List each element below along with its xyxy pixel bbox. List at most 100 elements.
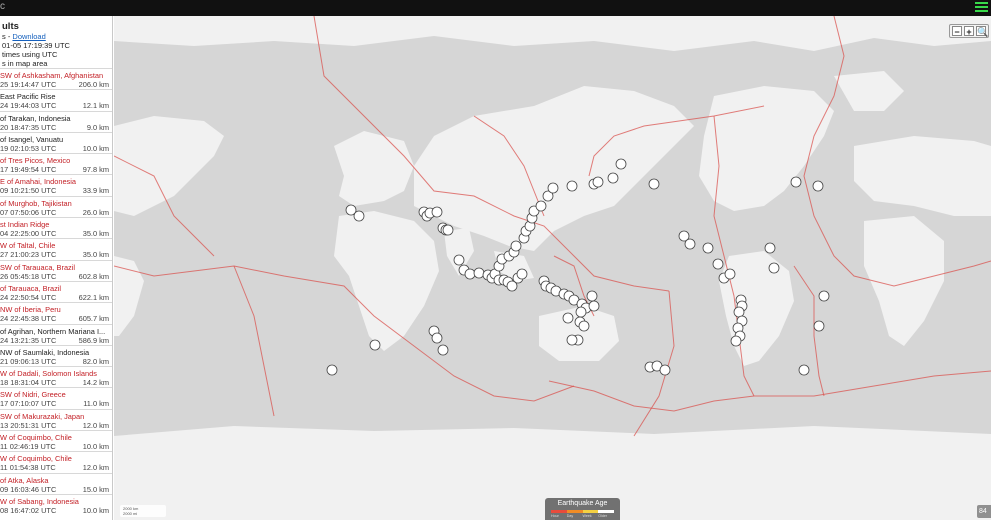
- earthquake-place: W of Sabang, Indonesia: [0, 496, 79, 506]
- earthquake-marker[interactable]: [768, 262, 780, 274]
- download-link[interactable]: Download: [12, 32, 45, 41]
- earthquake-list-item[interactable]: W of Taltal, Chile 27 21:00:23 UTC 35.0 km: [0, 238, 112, 259]
- earthquake-marker[interactable]: [764, 242, 776, 254]
- results-sidebar: ults s - Download 01-05 17:19:39 UTC tim…: [0, 16, 113, 520]
- earthquake-list-item[interactable]: of Agrihan, Northern Mariana I... 24 13:2…: [0, 323, 112, 345]
- earthquake-marker[interactable]: [473, 267, 485, 279]
- earthquake-list-item[interactable]: SW of Tarauaca, Brazil 26 05:45:18 UTC 602…: [0, 259, 112, 281]
- earthquake-list-item[interactable]: st Indian Ridge 04 22:25:00 UTC 35.0 km: [0, 217, 112, 238]
- earthquake-depth: 602.8 km: [78, 271, 109, 281]
- earthquake-list-item[interactable]: SW of Makurazaki, Japan 13 20:51:31 UTC 12…: [0, 408, 112, 430]
- earthquake-marker[interactable]: [659, 364, 671, 376]
- list-icon[interactable]: [975, 2, 988, 14]
- earthquake-list-item[interactable]: W of Coquimbo, Chile 11 02:46:19 UTC 10.0 …: [0, 430, 112, 451]
- earthquake-marker[interactable]: [535, 200, 547, 212]
- earthquake-marker[interactable]: [575, 306, 587, 318]
- world-map[interactable]: [114, 16, 991, 520]
- earthquake-depth: 15.0 km: [82, 484, 109, 494]
- earthquake-marker[interactable]: [812, 180, 824, 192]
- legend-swatch-week: [582, 510, 599, 513]
- area-note: s in map area: [2, 59, 48, 68]
- earthquake-list-item[interactable]: NW of Saumlaki, Indonesia 21 09:06:13 UTC…: [0, 344, 112, 366]
- earthquake-list-item[interactable]: W of Dadali, Solomon Islands 18 18:31:04 …: [0, 366, 112, 387]
- earthquake-depth: 12.1 km: [82, 101, 109, 111]
- earthquake-marker[interactable]: [510, 240, 522, 252]
- earthquake-list-item[interactable]: of Atka, Alaska 09 16:03:46 UTC 15.0 km: [0, 472, 112, 494]
- earthquake-depth: 622.1 km: [78, 292, 109, 302]
- earthquake-list-item[interactable]: E of Amahai, Indonesia 09 10:21:50 UTC 33.…: [0, 174, 112, 195]
- earthquake-marker[interactable]: [798, 364, 810, 376]
- earthquake-depth: 10.0 km: [82, 442, 109, 452]
- earthquake-place: of Atka, Alaska: [0, 475, 49, 485]
- earthquake-marker[interactable]: [586, 290, 598, 302]
- earthquake-marker[interactable]: [648, 178, 660, 190]
- earthquake-list-item[interactable]: NW of Iberia, Peru 24 22:45:38 UTC 605.7 k…: [0, 302, 112, 323]
- earthquake-place: of Isangel, Vanuatu: [0, 134, 64, 144]
- earthquake-marker[interactable]: [566, 180, 578, 192]
- earthquake-marker[interactable]: [733, 306, 745, 318]
- earthquake-marker[interactable]: [702, 242, 714, 254]
- results-title: ults: [2, 21, 19, 32]
- earthquake-marker[interactable]: [369, 339, 381, 351]
- legend-swatch-older: [598, 510, 614, 513]
- earthquake-marker[interactable]: [437, 344, 449, 356]
- earthquake-marker[interactable]: [326, 364, 338, 376]
- earthquake-place: of Murghob, Tajikistan: [0, 198, 72, 208]
- earthquake-marker[interactable]: [547, 182, 559, 194]
- earthquake-marker[interactable]: [813, 320, 825, 332]
- legend-swatch-day: [566, 510, 583, 513]
- earthquake-list-item[interactable]: SW of Nidri, Greece 17 07:10:07 UTC 11.0 k…: [0, 387, 112, 408]
- earthquake-place: SW of Makurazaki, Japan: [0, 411, 85, 421]
- earthquake-marker[interactable]: [566, 334, 578, 346]
- earthquake-marker[interactable]: [442, 224, 454, 236]
- earthquake-list-item[interactable]: of Murghob, Tajikistan 07 07:50:06 UTC 26.…: [0, 195, 112, 217]
- earthquake-list: SW of Ashkasham, Afghanistan 25 19:14:47 …: [0, 68, 112, 515]
- zoom-controls: − + 🔍: [949, 24, 989, 38]
- earthquake-marker[interactable]: [578, 320, 590, 332]
- earthquake-place: of Agrihan, Northern Mariana I...: [0, 326, 106, 336]
- earthquake-marker[interactable]: [588, 300, 600, 312]
- earthquake-list-item[interactable]: W of Sabang, Indonesia 08 16:47:02 UTC 10.…: [0, 493, 112, 515]
- earthquake-depth: 26.0 km: [82, 207, 109, 217]
- legend-title: Earthquake Age: [557, 500, 608, 507]
- legend-labels: Hour Day Week Older: [551, 514, 614, 518]
- earthquake-list-item[interactable]: of Tarauaca, Brazil 24 22:50:54 UTC 622.1 …: [0, 280, 112, 302]
- earthquake-depth: 97.8 km: [82, 165, 109, 175]
- earthquake-marker[interactable]: [592, 176, 604, 188]
- earthquake-marker[interactable]: [790, 176, 802, 188]
- earthquake-depth: 586.9 km: [78, 335, 109, 345]
- earthquake-list-item[interactable]: East Pacific Rise 24 19:44:03 UTC 12.1 km: [0, 89, 112, 110]
- earthquake-marker[interactable]: [730, 335, 742, 347]
- earthquake-marker[interactable]: [431, 206, 443, 218]
- earthquake-marker[interactable]: [607, 172, 619, 184]
- earthquake-marker[interactable]: [818, 290, 830, 302]
- earthquake-marker[interactable]: [453, 254, 465, 266]
- earthquake-marker[interactable]: [353, 210, 365, 222]
- download-prefix: s -: [2, 32, 13, 41]
- earthquake-marker[interactable]: [516, 268, 528, 280]
- earthquake-depth: 14.2 km: [82, 378, 109, 388]
- earthquake-depth: 10.0 km: [82, 505, 109, 515]
- zoom-out-button[interactable]: −: [952, 26, 962, 37]
- earthquake-marker[interactable]: [431, 332, 443, 344]
- earthquake-list-item[interactable]: of Isangel, Vanuatu 19 02:10:53 UTC 10.0 k…: [0, 131, 112, 153]
- earthquake-marker[interactable]: [724, 268, 736, 280]
- zoom-search-icon[interactable]: 🔍: [976, 26, 988, 37]
- earthquake-list-item[interactable]: W of Coquimbo, Chile 11 01:54:38 UTC 12.0 …: [0, 451, 112, 472]
- earthquake-depth: 35.0 km: [82, 229, 109, 239]
- zoom-in-button[interactable]: +: [964, 26, 974, 37]
- earthquake-list-item[interactable]: of Tarakan, Indonesia 20 18:47:35 UTC 9.0 …: [0, 110, 112, 132]
- earthquake-marker[interactable]: [615, 158, 627, 170]
- earthquake-marker[interactable]: [562, 312, 574, 324]
- earthquake-marker[interactable]: [712, 258, 724, 270]
- earthquake-depth: 35.0 km: [82, 250, 109, 260]
- map-view[interactable]: − + 🔍 2000 km 2000 mi Earthquake Age Hou…: [114, 16, 991, 520]
- earthquake-marker[interactable]: [684, 238, 696, 250]
- earthquake-marker[interactable]: [464, 268, 476, 280]
- earthquake-list-item[interactable]: SW of Ashkasham, Afghanistan 25 19:14:47 …: [0, 68, 112, 89]
- earthquake-depth: 605.7 km: [78, 314, 109, 324]
- earthquake-list-item[interactable]: of Tres Picos, Mexico 17 19:49:54 UTC 97.8…: [0, 153, 112, 174]
- earthquake-place: of Tarauaca, Brazil: [0, 283, 62, 293]
- earthquake-age-legend: Earthquake Age Hour Day Week Older: [545, 498, 620, 520]
- results-header: ults s - Download 01-05 17:19:39 UTC tim…: [0, 16, 112, 68]
